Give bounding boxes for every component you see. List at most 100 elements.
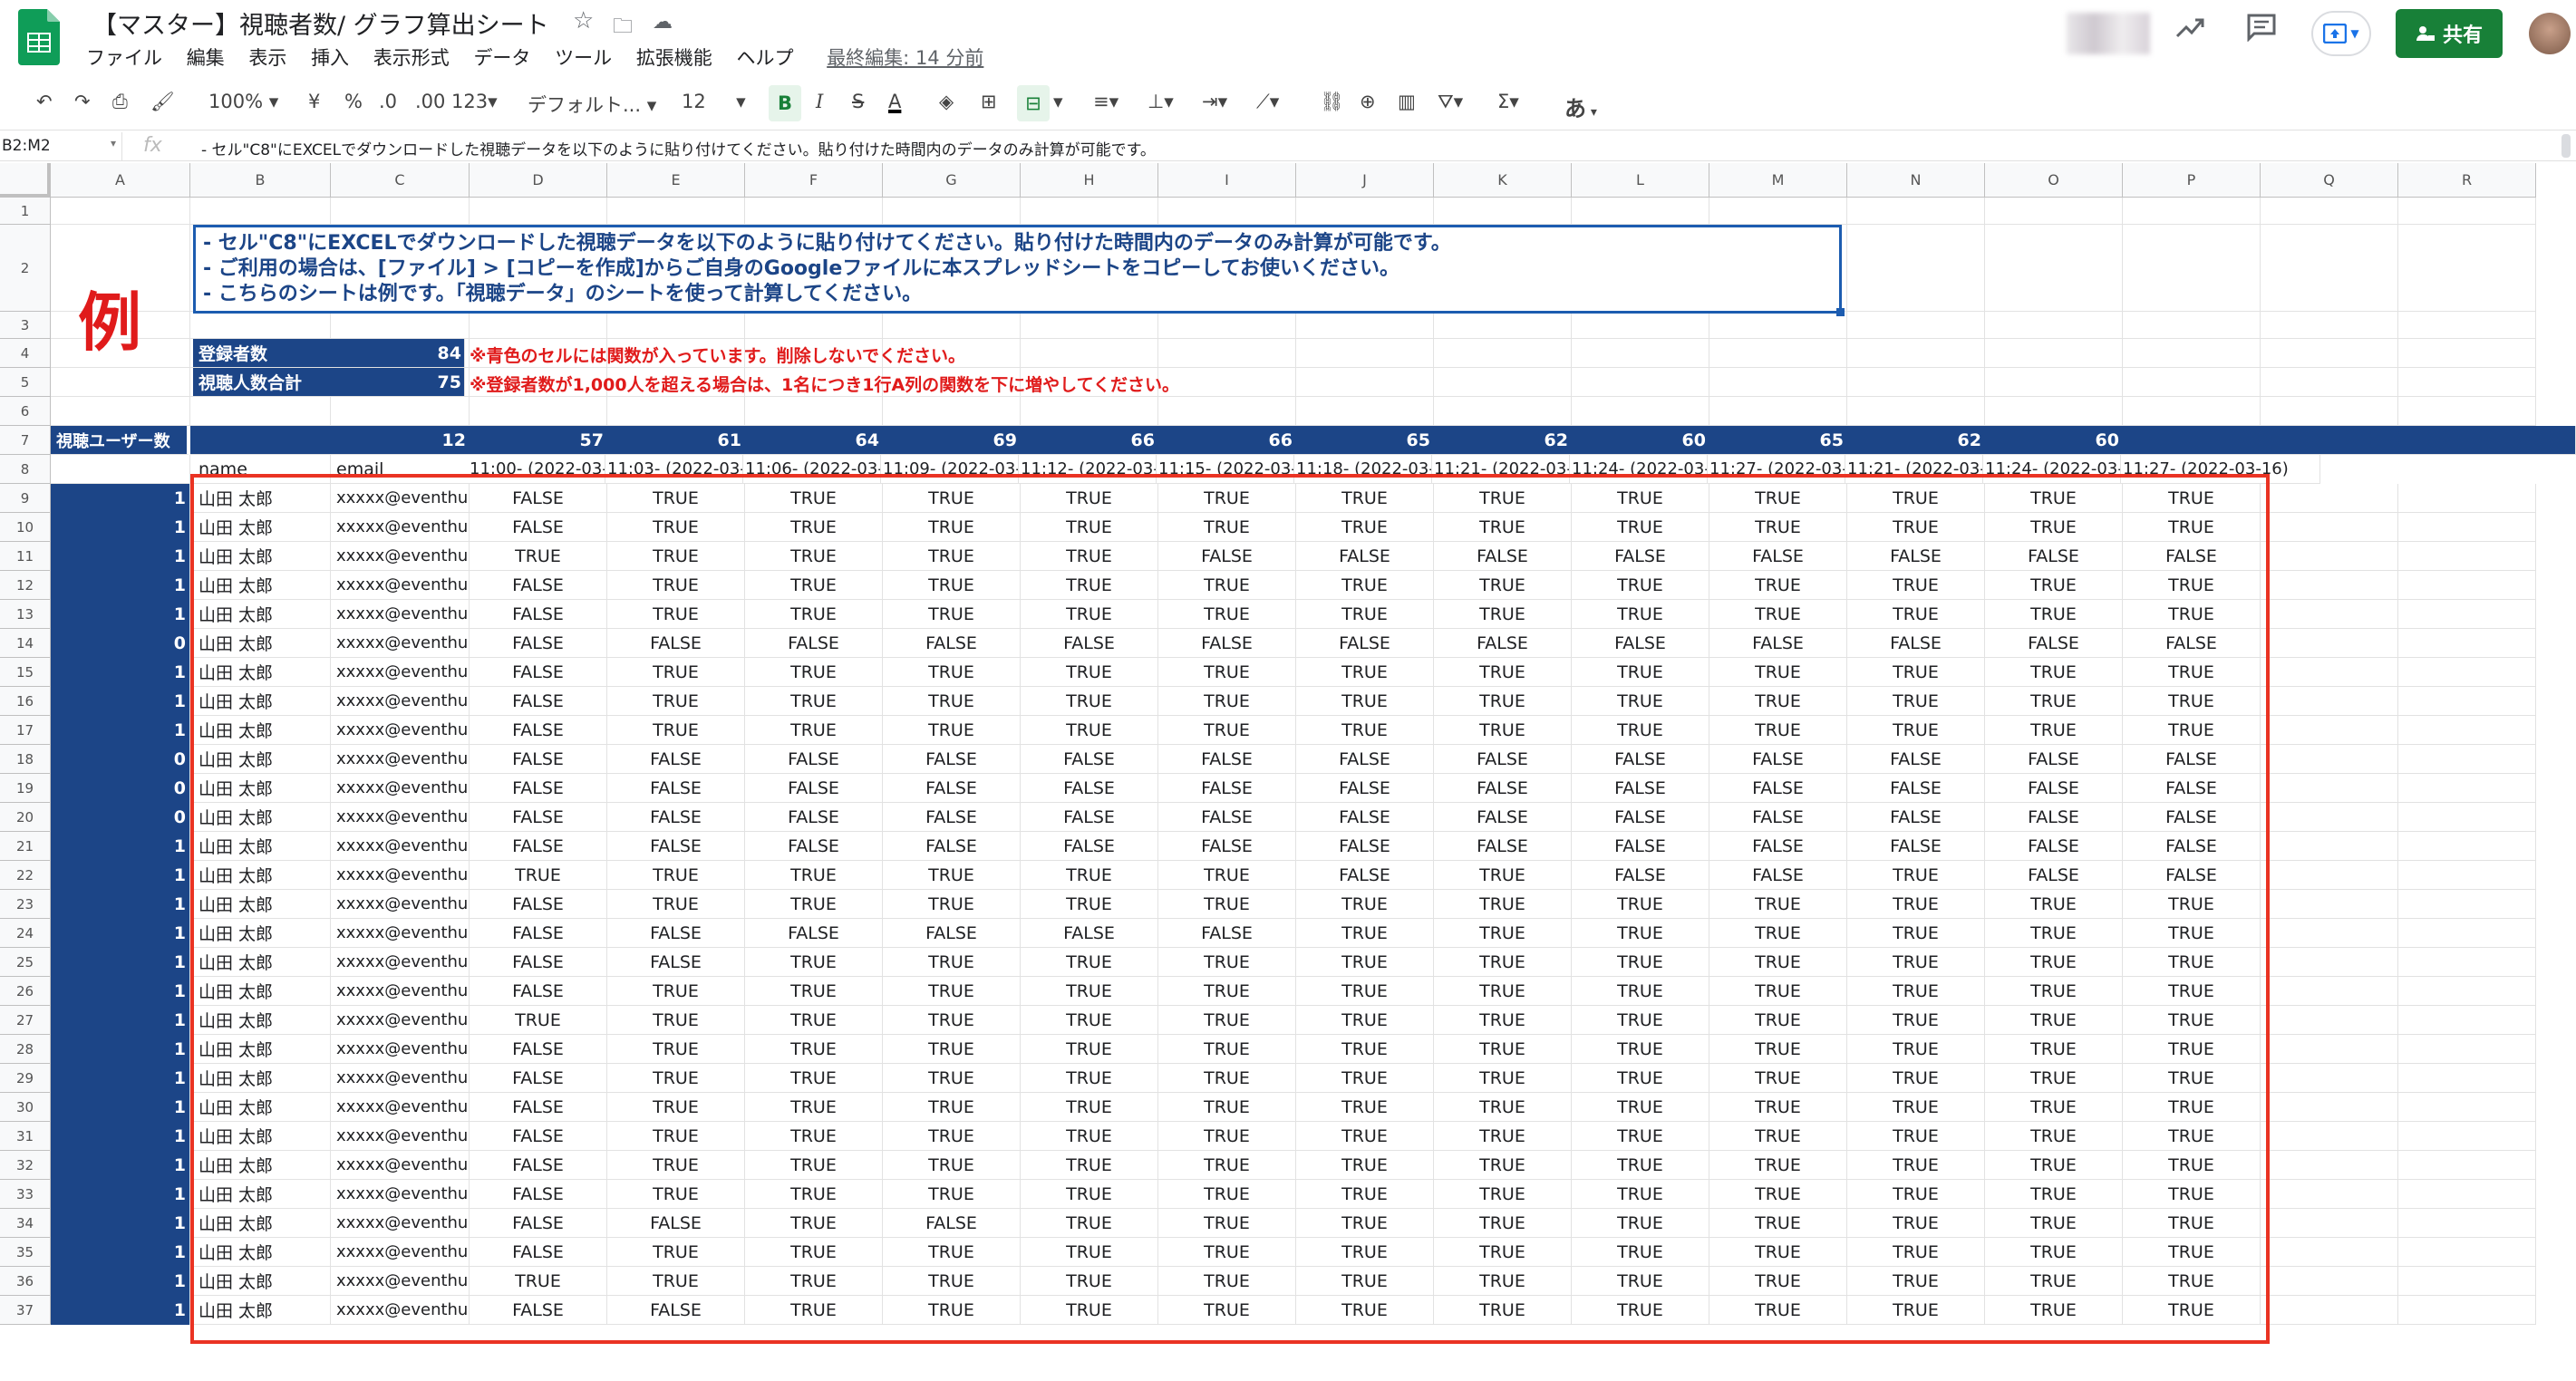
attendance-cell[interactable]: TRUE	[2123, 1006, 2261, 1035]
attendance-cell[interactable]: TRUE	[1985, 1238, 2123, 1267]
email-cell[interactable]: xxxxx@eventhu	[331, 948, 470, 977]
grid-cell[interactable]	[1709, 198, 1847, 225]
grid-cell[interactable]	[1572, 312, 1709, 339]
attendance-cell[interactable]: FALSE	[470, 919, 607, 948]
attendance-cell[interactable]: TRUE	[1847, 1093, 1985, 1122]
attendance-cell[interactable]: TRUE	[1985, 1151, 2123, 1180]
attendance-cell[interactable]: TRUE	[607, 658, 745, 687]
attendance-cell[interactable]: TRUE	[1296, 1064, 1434, 1093]
attendance-cell[interactable]: TRUE	[1985, 1180, 2123, 1209]
paint-format-icon[interactable]: 🖌	[150, 91, 175, 113]
grid-cell[interactable]	[51, 368, 190, 397]
attendance-cell[interactable]: FALSE	[1709, 803, 1847, 832]
attendance-cell[interactable]: TRUE	[1296, 1180, 1434, 1209]
attendance-cell[interactable]: TRUE	[1709, 600, 1847, 629]
grid-cell[interactable]	[2398, 1238, 2536, 1267]
email-cell[interactable]: xxxxx@eventhu	[331, 919, 470, 948]
bold-button[interactable]: B	[769, 85, 801, 121]
row-header-37[interactable]: 37	[0, 1296, 51, 1325]
menu-insert[interactable]: 挿入	[311, 47, 349, 69]
attendance-cell[interactable]: TRUE	[1434, 1122, 1572, 1151]
attendance-cell[interactable]: TRUE	[1021, 687, 1158, 716]
grid-cell[interactable]	[883, 198, 1021, 225]
attendance-cell[interactable]: TRUE	[1021, 571, 1158, 600]
viewer-flag-cell[interactable]: 1	[51, 1180, 190, 1209]
grid-cell[interactable]	[2398, 1035, 2536, 1064]
attendance-cell[interactable]: TRUE	[1296, 1296, 1434, 1325]
grid-cell[interactable]	[607, 198, 745, 225]
attendance-cell[interactable]: TRUE	[1158, 513, 1296, 542]
functions-icon[interactable]: Σ▾	[1497, 91, 1519, 112]
instructions-note[interactable]: - セル"C8"にEXCELでダウンロードした視聴データを以下のように貼り付けて…	[193, 225, 1842, 314]
grid-cell[interactable]	[2261, 745, 2398, 774]
column-header-e[interactable]: E	[607, 163, 745, 198]
grid-cell[interactable]	[2261, 198, 2398, 225]
time-slot-header[interactable]: 11:21- (2022-03-	[1845, 455, 1983, 484]
attendance-cell[interactable]: TRUE	[1847, 716, 1985, 745]
attendance-cell[interactable]: TRUE	[883, 1064, 1021, 1093]
attendance-cell[interactable]: TRUE	[1158, 1122, 1296, 1151]
more-formats-button[interactable]: 123▾	[451, 91, 498, 112]
attendance-cell[interactable]: TRUE	[1434, 1296, 1572, 1325]
attendance-cell[interactable]: FALSE	[470, 1151, 607, 1180]
attendance-cell[interactable]: TRUE	[1985, 1122, 2123, 1151]
attendance-cell[interactable]: TRUE	[1847, 1209, 1985, 1238]
column-header-o[interactable]: O	[1985, 163, 2123, 198]
grid-cell[interactable]	[2398, 948, 2536, 977]
attendance-cell[interactable]: TRUE	[1296, 716, 1434, 745]
attendance-cell[interactable]: TRUE	[1434, 687, 1572, 716]
attendance-cell[interactable]: FALSE	[2123, 803, 2261, 832]
viewer-flag-cell[interactable]: 1	[51, 1209, 190, 1238]
email-cell[interactable]: xxxxx@eventhu	[331, 687, 470, 716]
grid-cell[interactable]	[1709, 397, 1847, 426]
name-cell[interactable]: 山田 太郎	[193, 484, 331, 513]
row-header-11[interactable]: 11	[0, 542, 51, 571]
attendance-cell[interactable]: TRUE	[607, 1093, 745, 1122]
last-edit-link[interactable]: 最終編集: 14 分前	[827, 47, 983, 69]
attendance-cell[interactable]: FALSE	[607, 1296, 745, 1325]
name-cell[interactable]: 山田 太郎	[193, 542, 331, 571]
attendance-cell[interactable]: TRUE	[1709, 1006, 1847, 1035]
menu-view[interactable]: 表示	[248, 47, 286, 69]
grid-cell[interactable]	[2261, 890, 2398, 919]
grid-cell[interactable]	[2123, 397, 2261, 426]
grid-cell[interactable]	[2123, 312, 2261, 339]
grid-cell[interactable]	[2398, 687, 2536, 716]
column-header-f[interactable]: F	[745, 163, 883, 198]
attendance-cell[interactable]: FALSE	[1296, 629, 1434, 658]
grid-cell[interactable]	[1434, 312, 1572, 339]
email-cell[interactable]: xxxxx@eventhu	[331, 1093, 470, 1122]
column-header-d[interactable]: D	[470, 163, 607, 198]
row-header-8[interactable]: 8	[0, 455, 51, 484]
attendance-cell[interactable]: TRUE	[1847, 977, 1985, 1006]
name-cell[interactable]: 山田 太郎	[193, 1296, 331, 1325]
attendance-cell[interactable]: FALSE	[883, 803, 1021, 832]
column-header-c[interactable]: C	[331, 163, 470, 198]
row-header-33[interactable]: 33	[0, 1180, 51, 1209]
column-header-m[interactable]: M	[1709, 163, 1847, 198]
insert-comment-icon[interactable]: ⊕	[1360, 91, 1376, 112]
attendance-cell[interactable]: TRUE	[607, 716, 745, 745]
grid-cell[interactable]	[2398, 832, 2536, 861]
attendance-cell[interactable]: FALSE	[1158, 542, 1296, 571]
borders-icon[interactable]: ⊞	[981, 91, 997, 112]
attendance-cell[interactable]: TRUE	[745, 513, 883, 542]
attendance-cell[interactable]: TRUE	[1572, 658, 1709, 687]
attendance-cell[interactable]: FALSE	[1847, 774, 1985, 803]
attendance-cell[interactable]: TRUE	[1021, 1064, 1158, 1093]
viewer-flag-cell[interactable]: 1	[51, 861, 190, 890]
attendance-cell[interactable]: TRUE	[1709, 513, 1847, 542]
attendance-cell[interactable]: TRUE	[883, 890, 1021, 919]
name-cell[interactable]: 山田 太郎	[193, 658, 331, 687]
grid-cell[interactable]	[1847, 397, 1985, 426]
attendance-cell[interactable]: FALSE	[1434, 745, 1572, 774]
grid-cell[interactable]	[2261, 368, 2398, 397]
grid-cell[interactable]	[2123, 339, 2261, 368]
attendance-cell[interactable]: TRUE	[1021, 977, 1158, 1006]
grid-cell[interactable]	[2261, 803, 2398, 832]
attendance-cell[interactable]: FALSE	[1572, 542, 1709, 571]
attendance-cell[interactable]: TRUE	[1847, 484, 1985, 513]
attendance-cell[interactable]: TRUE	[1847, 1180, 1985, 1209]
attendance-cell[interactable]: FALSE	[883, 919, 1021, 948]
attendance-cell[interactable]: FALSE	[745, 774, 883, 803]
